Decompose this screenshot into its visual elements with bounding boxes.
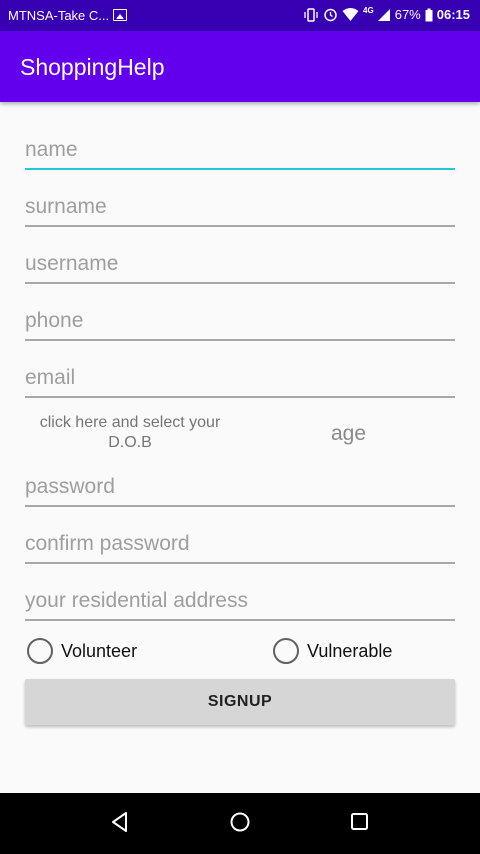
dob-picker[interactable]: click here and select your D.O.B xyxy=(25,413,235,453)
confirm-password-field-container xyxy=(25,524,455,564)
name-input[interactable] xyxy=(25,130,455,168)
surname-input[interactable] xyxy=(25,187,455,225)
age-label: age xyxy=(331,422,367,445)
email-input[interactable] xyxy=(25,358,455,396)
vulnerable-radio[interactable]: Vulnerable xyxy=(273,638,392,664)
volunteer-label: Volunteer xyxy=(61,640,138,661)
volunteer-radio[interactable]: Volunteer xyxy=(27,638,137,664)
navigation-bar xyxy=(0,793,480,854)
username-input[interactable] xyxy=(25,244,455,282)
email-field-container xyxy=(25,358,455,398)
surname-field-container xyxy=(25,187,455,227)
recents-icon[interactable] xyxy=(350,811,370,833)
clock: 06:15 xyxy=(436,7,470,22)
signup-button[interactable]: SIGNUP xyxy=(25,679,455,725)
app-bar: ShoppingHelp xyxy=(0,31,480,102)
phone-field-container xyxy=(25,301,455,341)
radio-unchecked-icon[interactable] xyxy=(27,638,53,664)
confirm-password-input[interactable] xyxy=(25,524,455,562)
username-field-container xyxy=(25,244,455,284)
phone-input[interactable] xyxy=(25,301,455,339)
battery-percent: 67% xyxy=(394,7,421,22)
status-bar: MTNSA-Take C... 4G 67% 06:15 xyxy=(0,0,480,31)
address-field-container xyxy=(25,581,455,621)
vulnerable-label: Vulnerable xyxy=(307,640,393,661)
carrier-name: MTNSA-Take C... xyxy=(8,8,110,23)
image-notification-icon xyxy=(113,9,127,21)
name-field-container xyxy=(25,130,455,170)
radio-unchecked-icon[interactable] xyxy=(273,638,299,664)
home-icon[interactable] xyxy=(229,811,251,833)
battery-icon xyxy=(425,8,433,21)
status-icons: 4G 67% 06:15 xyxy=(303,6,470,22)
signal-icon xyxy=(377,8,390,21)
password-field-container xyxy=(25,467,455,507)
back-icon[interactable] xyxy=(110,811,130,833)
vibrate-icon xyxy=(304,7,318,22)
password-input[interactable] xyxy=(25,467,455,505)
wifi-icon xyxy=(342,7,359,21)
network-type: 4G xyxy=(363,6,374,15)
alarm-icon xyxy=(324,8,337,22)
address-input[interactable] xyxy=(25,581,455,619)
app-title: ShoppingHelp xyxy=(20,54,165,80)
